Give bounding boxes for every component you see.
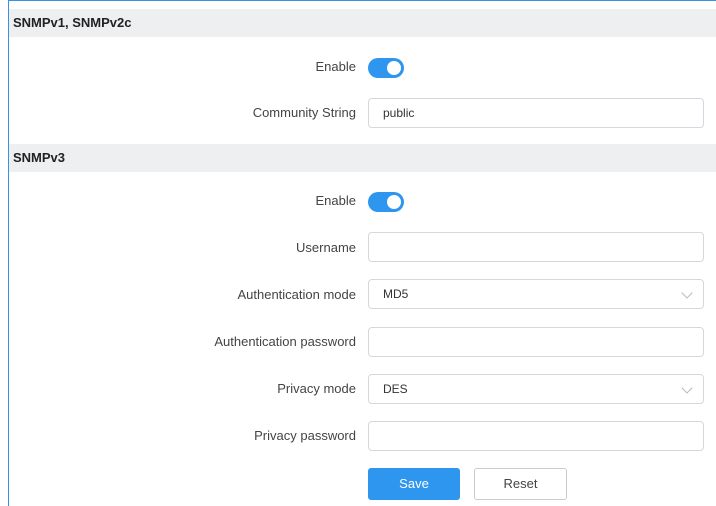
section-title: SNMPv1, SNMPv2c: [13, 15, 132, 30]
privacy-password-label: Privacy password: [254, 428, 356, 443]
privacy-mode-select[interactable]: DES: [368, 374, 704, 404]
snmpv1-v2c-enable-toggle[interactable]: [368, 58, 404, 78]
username-input[interactable]: [368, 232, 704, 262]
section-header-snmpv3: SNMPv3: [9, 144, 716, 172]
enable-label: Enable: [315, 193, 356, 208]
privacy-mode-value: DES: [383, 382, 408, 396]
section-title: SNMPv3: [13, 150, 66, 165]
authentication-mode-value: MD5: [383, 287, 409, 301]
privacy-password-input[interactable]: [368, 421, 704, 451]
privacy-mode-label: Privacy mode: [277, 381, 356, 396]
authentication-mode-label: Authentication mode: [237, 287, 356, 302]
section-header-snmpv1-v2c: SNMPv1, SNMPv2c: [9, 9, 716, 37]
username-label: Username: [296, 240, 356, 255]
reset-button[interactable]: Reset: [474, 468, 567, 500]
authentication-mode-select[interactable]: MD5: [368, 279, 704, 309]
community-string-label: Community String: [252, 105, 356, 120]
snmpv3-enable-toggle[interactable]: [368, 192, 404, 212]
community-string-input[interactable]: public: [368, 98, 704, 128]
chevron-down-icon: [681, 287, 693, 299]
enable-label: Enable: [315, 59, 356, 74]
toggle-knob: [387, 195, 401, 209]
save-button[interactable]: Save: [368, 468, 460, 500]
authentication-password-label: Authentication password: [214, 334, 356, 349]
chevron-down-icon: [681, 382, 693, 394]
authentication-password-input[interactable]: [368, 327, 704, 357]
toggle-knob: [387, 61, 401, 75]
